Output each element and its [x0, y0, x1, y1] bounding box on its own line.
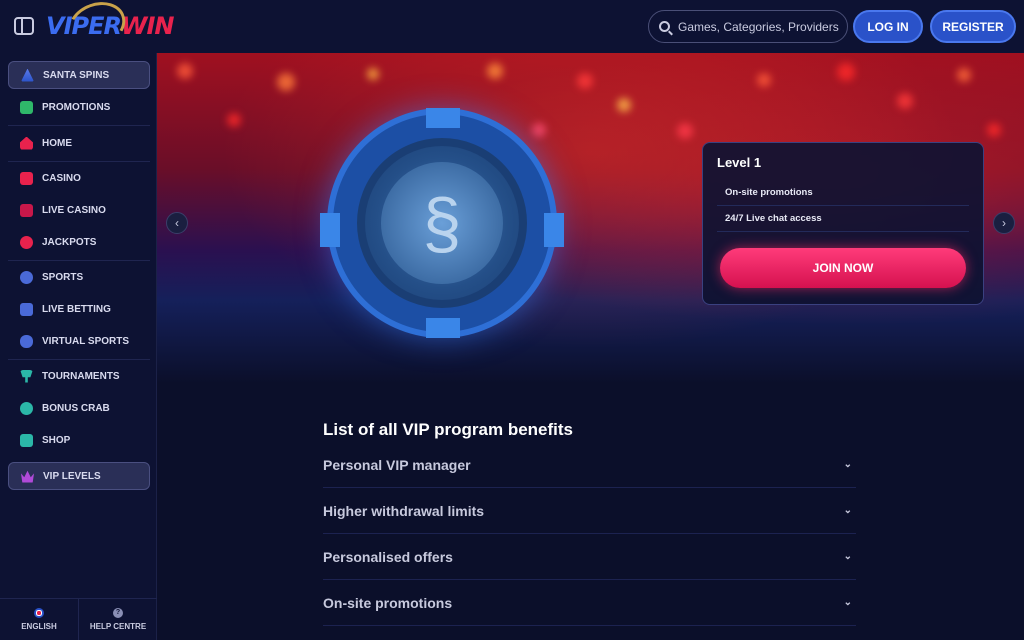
- sidebar-item-virtual-sports[interactable]: VIRTUAL SPORTS: [8, 327, 150, 355]
- join-now-button[interactable]: JOIN NOW: [720, 248, 966, 288]
- search-placeholder: Games, Categories, Providers: [678, 19, 839, 34]
- chip-notch: [320, 213, 340, 247]
- scoreboard-icon: [20, 302, 33, 316]
- benefit-accordion-item[interactable]: On-site promotions ⌄: [323, 580, 856, 626]
- gift-icon: [20, 100, 33, 114]
- logo-snake-icon: [62, 0, 132, 56]
- chevron-down-icon: ⌄: [843, 551, 852, 562]
- benefit-accordion-item[interactable]: Personalised offers ⌄: [323, 534, 856, 580]
- search-input[interactable]: Games, Categories, Providers: [648, 10, 848, 43]
- sidebar-item-label: SANTA SPINS: [43, 69, 110, 81]
- sidebar-item-jackpots[interactable]: JACKPOTS: [8, 228, 150, 256]
- sidebar-item-label: LIVE BETTING: [42, 303, 111, 315]
- sidebar-item-live-casino[interactable]: LIVE CASINO: [8, 196, 150, 224]
- chevron-down-icon: ⌄: [843, 459, 852, 470]
- chevron-right-icon: ›: [1002, 216, 1006, 230]
- divider: [8, 125, 150, 126]
- sidebar-item-label: JACKPOTS: [42, 236, 97, 248]
- chevron-down-icon: ⌄: [843, 597, 852, 608]
- sidebar-item-home[interactable]: HOME: [8, 129, 150, 157]
- chip-inner: §: [357, 138, 527, 308]
- chevron-down-icon: ⌄: [843, 505, 852, 516]
- sidebar-item-label: TOURNAMENTS: [42, 370, 120, 382]
- chip-notch: [544, 213, 564, 247]
- sidebar: SANTA SPINS PROMOTIONS HOME CASINO LIVE …: [0, 53, 157, 640]
- register-button[interactable]: REGISTER: [930, 10, 1016, 43]
- carousel-prev-button[interactable]: ‹: [166, 212, 188, 234]
- divider: [8, 359, 150, 360]
- benefit-label: Higher withdrawal limits: [323, 502, 485, 519]
- benefit-label: Personal VIP manager: [323, 456, 471, 473]
- sidebar-item-vip-levels[interactable]: VIP LEVELS: [8, 462, 150, 490]
- sidebar-item-label: HOME: [42, 137, 72, 149]
- language-selector[interactable]: ENGLISH: [0, 599, 78, 640]
- benefit-label: Personalised offers: [323, 548, 453, 565]
- sidebar-item-label: VIP LEVELS: [43, 470, 101, 482]
- home-icon: [20, 136, 33, 150]
- sidebar-item-shop[interactable]: SHOP: [8, 426, 150, 454]
- benefits-section: List of all VIP program benefits Persona…: [323, 420, 856, 626]
- help-icon: ?: [113, 608, 123, 618]
- snake-icon: §: [381, 162, 503, 284]
- shopping-bag-icon: [20, 433, 33, 447]
- level-benefit-row: On-site promotions: [717, 180, 969, 206]
- help-centre-link[interactable]: ? HELP CENTRE: [78, 599, 157, 640]
- sidebar-item-promotions[interactable]: PROMOTIONS: [8, 93, 150, 121]
- sidebar-item-casino[interactable]: CASINO: [8, 164, 150, 192]
- clover-icon: [20, 235, 33, 249]
- level-card: Level 1 On-site promotions 24/7 Live cha…: [702, 142, 984, 305]
- hero-banner: § ‹ › Level 1 On-site promotions 24/7 Li…: [157, 53, 1024, 383]
- sidebar-item-live-betting[interactable]: LIVE BETTING: [8, 295, 150, 323]
- carousel-next-button[interactable]: ›: [993, 212, 1015, 234]
- crab-icon: [20, 401, 33, 415]
- tree-icon: [21, 68, 34, 82]
- sidebar-item-bonus-crab[interactable]: BONUS CRAB: [8, 394, 150, 422]
- trophy-icon: [20, 369, 33, 383]
- vip-chip-image: §: [320, 108, 564, 338]
- language-label: ENGLISH: [21, 622, 57, 631]
- benefit-accordion-item[interactable]: Higher withdrawal limits ⌄: [323, 488, 856, 534]
- sidebar-item-santa-spins[interactable]: SANTA SPINS: [8, 61, 150, 89]
- uk-flag-icon: [34, 608, 44, 618]
- crown-icon: [21, 470, 34, 483]
- logo-text-win: WIN: [120, 12, 174, 40]
- top-bar: VIPER WIN Games, Categories, Providers LO…: [0, 0, 1024, 56]
- level-benefit-row: 24/7 Live chat access: [717, 206, 969, 232]
- sidebar-item-sports[interactable]: SPORTS: [8, 263, 150, 291]
- benefit-label: On-site promotions: [323, 594, 453, 611]
- sidebar-item-label: PROMOTIONS: [42, 101, 111, 113]
- gamepad-icon: [20, 334, 33, 348]
- sidebar-toggle-icon[interactable]: [14, 17, 34, 35]
- sidebar-item-label: BONUS CRAB: [42, 402, 110, 414]
- sidebar-item-label: LIVE CASINO: [42, 204, 106, 216]
- sidebar-item-label: VIRTUAL SPORTS: [42, 335, 130, 347]
- sidebar-item-label: CASINO: [42, 172, 81, 184]
- cards-icon: [20, 203, 33, 217]
- slot-machine-icon: [20, 171, 33, 185]
- help-label: HELP CENTRE: [89, 622, 147, 631]
- login-button[interactable]: LOG IN: [853, 10, 923, 43]
- divider: [8, 260, 150, 261]
- chevron-left-icon: ‹: [175, 216, 179, 230]
- ball-icon: [20, 270, 33, 284]
- search-icon: [659, 21, 670, 32]
- sidebar-item-tournaments[interactable]: TOURNAMENTS: [8, 362, 150, 390]
- chip-notch: [426, 318, 460, 338]
- level-title: Level 1: [717, 155, 762, 170]
- sidebar-footer: ENGLISH ? HELP CENTRE: [0, 598, 157, 640]
- sidebar-item-label: SPORTS: [42, 271, 84, 283]
- benefit-accordion-item[interactable]: Personal VIP manager ⌄: [323, 442, 856, 488]
- divider: [8, 161, 150, 162]
- chip-notch: [426, 108, 460, 128]
- sidebar-item-label: SHOP: [42, 434, 71, 446]
- benefits-title: List of all VIP program benefits: [323, 420, 574, 439]
